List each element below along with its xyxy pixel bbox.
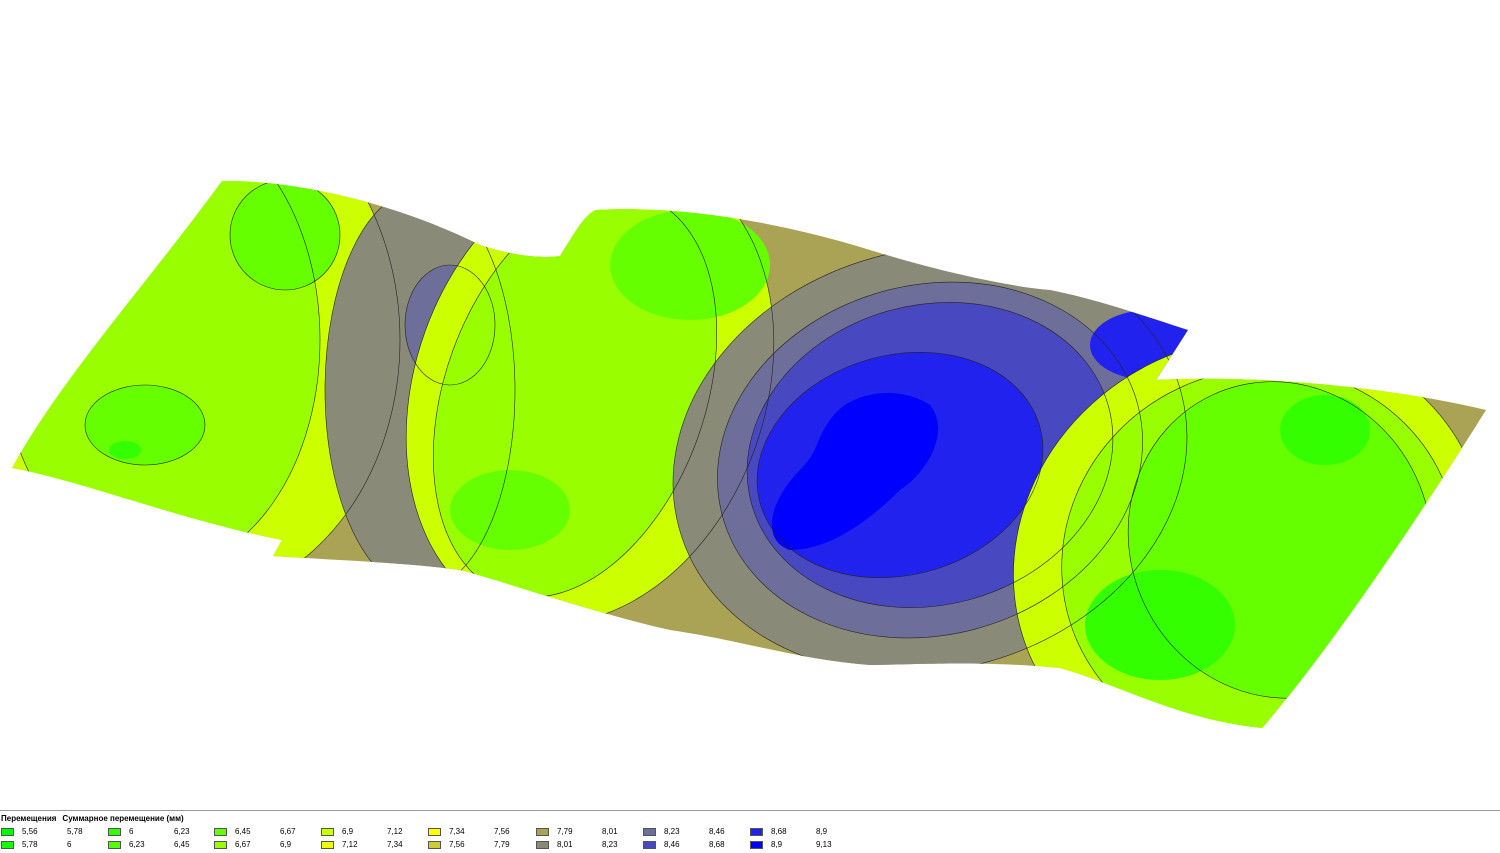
color-swatch: [1, 828, 14, 836]
color-swatch: [536, 828, 549, 836]
color-swatch: [214, 841, 227, 849]
range-to: 6: [67, 840, 72, 849]
range-from: 8,9: [771, 840, 783, 849]
color-swatch: [108, 841, 121, 849]
range-from: 6,9: [342, 827, 354, 836]
color-swatch: [536, 841, 549, 849]
range-from: 7,79: [557, 827, 573, 836]
range-from: 8,46: [664, 840, 680, 849]
color-swatch: [321, 841, 334, 849]
range-to: 8,01: [602, 827, 618, 836]
range-to: 6,45: [174, 840, 190, 849]
legend-title: Перемещения Суммарное перемещение (мм): [1, 814, 190, 823]
range-to: 7,56: [494, 827, 510, 836]
color-swatch: [750, 841, 763, 849]
range-to: 6,23: [174, 827, 190, 836]
range-from: 7,12: [342, 840, 358, 849]
color-swatch: [428, 841, 441, 849]
model-viewport[interactable]: [0, 0, 1500, 808]
range-from: 6,67: [235, 840, 251, 849]
range-to: 8,68: [709, 840, 725, 849]
color-swatch: [321, 828, 334, 836]
range-to: 8,23: [602, 840, 618, 849]
range-from: 7,34: [449, 827, 465, 836]
color-swatch: [428, 828, 441, 836]
legend-category: Перемещения: [1, 814, 57, 823]
range-to: 8,46: [709, 827, 725, 836]
color-swatch: [108, 828, 121, 836]
displacement-surface[interactable]: [0, 0, 1500, 808]
range-from: 8,23: [664, 827, 680, 836]
range-from: 6,23: [129, 840, 145, 849]
range-from: 7,56: [449, 840, 465, 849]
range-to: 9,13: [816, 840, 832, 849]
range-from: 6,45: [235, 827, 251, 836]
range-to: 5,78: [67, 827, 83, 836]
range-to: 6,67: [280, 827, 296, 836]
range-from: 5,78: [22, 840, 38, 849]
color-swatch: [643, 841, 656, 849]
legend-quantity: Суммарное перемещение (мм): [62, 814, 184, 823]
range-to: 6,9: [280, 840, 292, 849]
range-from: 8,68: [771, 827, 787, 836]
range-to: 7,34: [387, 840, 403, 849]
range-from: 8,01: [557, 840, 573, 849]
range-from: 6: [129, 827, 134, 836]
range-to: 7,12: [387, 827, 403, 836]
color-swatch: [214, 828, 227, 836]
color-swatch: [750, 828, 763, 836]
color-swatch: [1, 841, 14, 849]
color-swatch: [643, 828, 656, 836]
range-to: 8,9: [816, 827, 828, 836]
displacement-legend: Перемещения Суммарное перемещение (мм) 5,…: [0, 810, 1500, 853]
range-to: 7,79: [494, 840, 510, 849]
range-from: 5,56: [22, 827, 38, 836]
